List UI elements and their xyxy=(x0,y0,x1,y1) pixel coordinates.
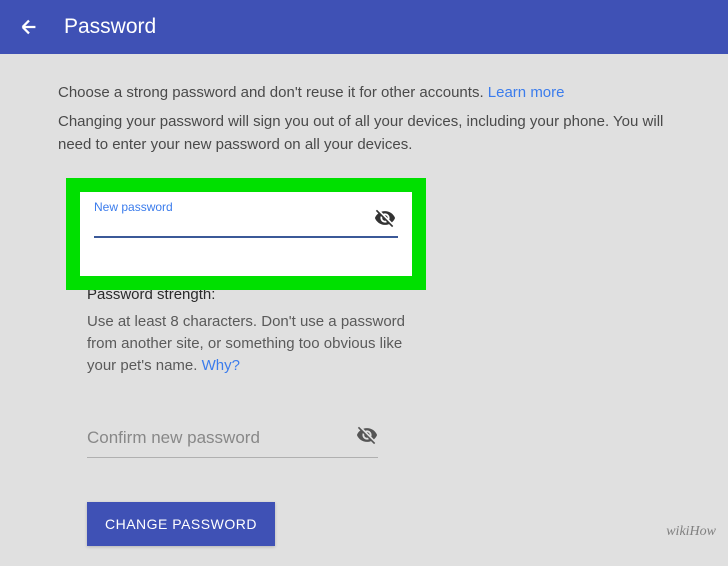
back-arrow-icon[interactable] xyxy=(18,16,40,38)
highlight-callout: New password xyxy=(66,178,426,290)
confirm-placeholder: Confirm new password xyxy=(87,428,260,448)
page-title: Password xyxy=(64,15,156,39)
change-password-button[interactable]: CHANGE PASSWORD xyxy=(87,502,275,546)
strength-text: Use at least 8 characters. Don't use a p… xyxy=(87,311,427,376)
watermark: wikiHow xyxy=(666,524,716,540)
button-section: CHANGE PASSWORD xyxy=(58,502,670,546)
visibility-off-icon[interactable] xyxy=(356,424,378,451)
confirm-password-section: Confirm new password xyxy=(58,424,378,458)
password-strength-section: Password strength: Use at least 8 charac… xyxy=(58,286,670,376)
intro-text-pre: Choose a strong password and don't reuse… xyxy=(58,84,488,101)
field-underline xyxy=(94,236,398,238)
why-link[interactable]: Why? xyxy=(202,357,240,374)
strength-text-body: Use at least 8 characters. Don't use a p… xyxy=(87,313,405,374)
learn-more-link[interactable]: Learn more xyxy=(488,84,565,101)
intro-text-1: Choose a strong password and don't reuse… xyxy=(58,84,670,101)
app-header: Password xyxy=(0,0,728,54)
new-password-card: New password xyxy=(80,192,412,276)
new-password-label: New password xyxy=(94,200,398,214)
content-area: Choose a strong password and don't reuse… xyxy=(0,54,728,566)
visibility-off-icon[interactable] xyxy=(374,207,396,234)
new-password-field[interactable] xyxy=(94,236,398,238)
confirm-password-field[interactable]: Confirm new password xyxy=(87,424,378,458)
intro-text-2: Changing your password will sign you out… xyxy=(58,111,670,156)
